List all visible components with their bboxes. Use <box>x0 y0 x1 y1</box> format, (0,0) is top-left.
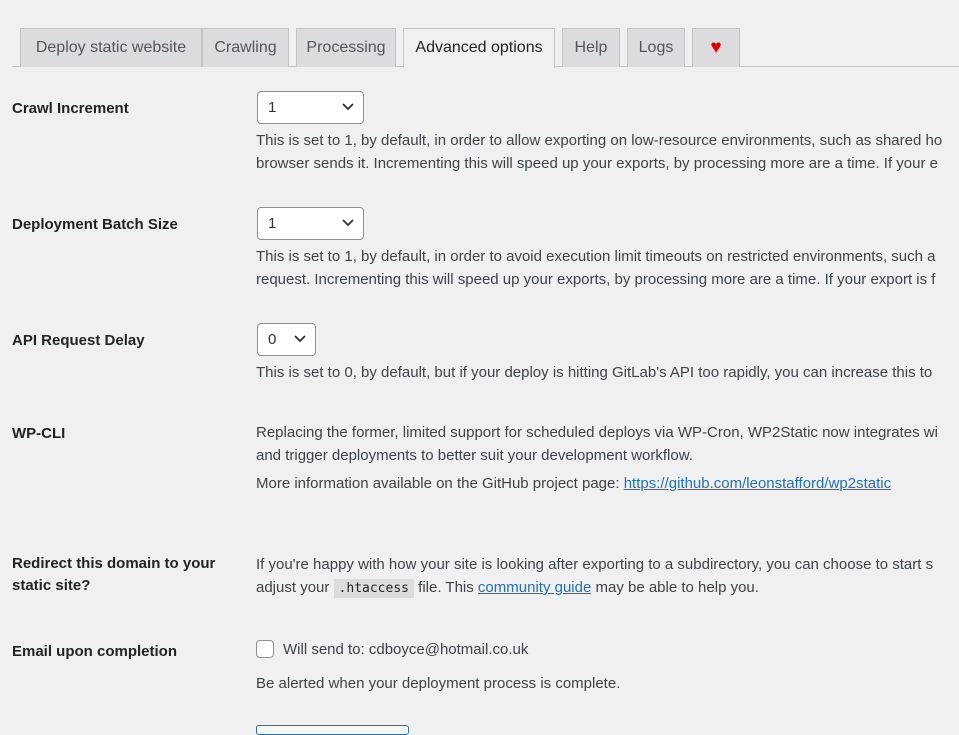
description-line: Replacing the former, limited support fo… <box>256 424 938 441</box>
label-line: Redirect this domain to your <box>12 555 216 572</box>
tab-donate[interactable]: ♥ <box>692 28 740 67</box>
email-completion-checkbox[interactable] <box>256 640 274 658</box>
text-fragment: file. This <box>418 579 474 596</box>
tab-crawling[interactable]: Crawling <box>202 28 289 67</box>
htaccess-code: .htaccess <box>333 579 414 598</box>
tab-label: Help <box>574 39 608 56</box>
crawl-increment-select[interactable]: 1 <box>257 91 364 124</box>
tab-label: Processing <box>306 39 386 56</box>
tab-advanced-options[interactable]: Advanced options <box>403 28 555 68</box>
select-value: 0 <box>268 331 277 348</box>
save-button-partial[interactable] <box>256 725 409 735</box>
api-request-delay-label: API Request Delay <box>12 332 145 349</box>
redirect-domain-label: Redirect this domain to your static site… <box>12 553 232 597</box>
community-guide-link[interactable]: community guide <box>478 579 591 596</box>
tab-processing[interactable]: Processing <box>296 28 396 67</box>
tab-label: Crawling <box>214 39 277 56</box>
text-fragment: may be able to help you. <box>595 579 759 596</box>
select-value: 1 <box>268 215 277 232</box>
tab-logs[interactable]: Logs <box>627 28 685 67</box>
description-line: This is set to 1, by default, in order t… <box>256 248 936 265</box>
tab-deploy-static-website[interactable]: Deploy static website <box>20 28 202 67</box>
wp-cli-description: Replacing the former, limited support fo… <box>256 421 959 467</box>
api-request-delay-select[interactable]: 0 <box>257 323 316 356</box>
email-checkbox-label[interactable]: Will send to: cdboyce@hotmail.co.uk <box>283 638 959 661</box>
description-line: request. Incrementing this will speed up… <box>256 271 936 288</box>
wp-cli-more-info: More information available on the GitHub… <box>256 472 959 495</box>
crawl-increment-label: Crawl Increment <box>12 100 129 117</box>
tab-label: Advanced options <box>415 39 543 56</box>
deployment-batch-size-select[interactable]: 1 <box>257 207 364 240</box>
tab-help[interactable]: Help <box>562 28 620 67</box>
description-line: browser sends it. Incrementing this will… <box>256 155 938 172</box>
email-completion-label: Email upon completion <box>12 643 178 660</box>
label-line: static site? <box>12 577 91 594</box>
github-project-link[interactable]: https://github.com/leonstafford/wp2stati… <box>624 475 891 492</box>
tab-label: Deploy static website <box>35 39 187 56</box>
tab-label: Logs <box>638 39 674 56</box>
more-info-text: More information available on the GitHub… <box>256 475 620 492</box>
deployment-batch-size-label: Deployment Batch Size <box>12 216 178 233</box>
description-line: and trigger deployments to better suit y… <box>256 447 693 464</box>
settings-tabs: Deploy static website Crawling Processin… <box>12 28 959 68</box>
wp-cli-label: WP-CLI <box>12 425 66 442</box>
description-line: This is set to 1, by default, in order t… <box>256 132 943 149</box>
deployment-batch-size-description: This is set to 1, by default, in order t… <box>256 245 959 291</box>
heart-icon: ♥ <box>710 37 722 58</box>
text-fragment: adjust your <box>256 579 330 596</box>
select-value: 1 <box>268 99 277 116</box>
description-line: adjust your .htaccess file. This communi… <box>256 576 959 600</box>
email-completion-description: Be alerted when your deployment process … <box>256 675 621 692</box>
description-line: If you're happy with how your site is lo… <box>256 556 934 573</box>
api-request-delay-description: This is set to 0, by default, but if you… <box>256 364 933 381</box>
crawl-increment-description: This is set to 1, by default, in order t… <box>256 129 959 175</box>
redirect-domain-description: If you're happy with how your site is lo… <box>256 553 959 600</box>
